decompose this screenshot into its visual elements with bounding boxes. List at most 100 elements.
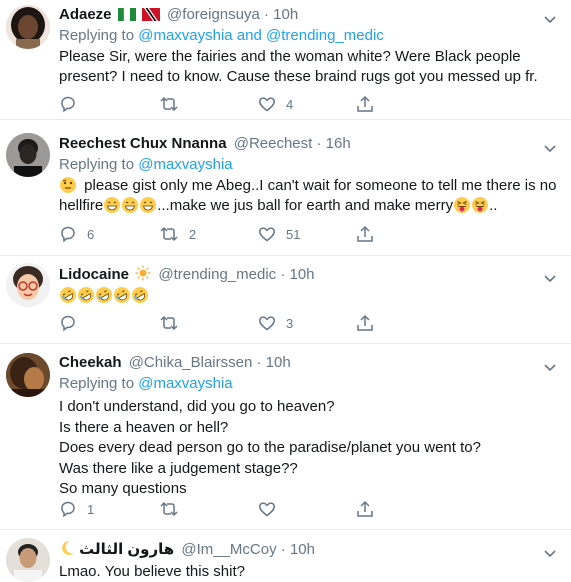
text-line: hellfire [59, 197, 104, 214]
chevron-down-icon[interactable] [543, 12, 557, 24]
tweet-5[interactable]: هارون الثالث @Im__McCoy · 10h Lmao. You … [0, 530, 571, 582]
display-name[interactable]: Reechest Chux Nnanna [59, 135, 227, 152]
grinning-emoji-icon [122, 197, 139, 213]
tweet-text [59, 286, 559, 306]
display-name[interactable]: Adaeze [59, 6, 112, 23]
separator: · [256, 354, 262, 371]
avatar[interactable] [6, 5, 50, 49]
replying-to-links[interactable]: @maxvayshia and @trending_medic [138, 27, 384, 44]
trinidad-flag-icon [141, 8, 160, 25]
retweet-button[interactable] [159, 499, 179, 519]
replying-to-links[interactable]: @maxvayshia [138, 156, 232, 173]
rofl-emoji-icon [96, 287, 112, 303]
tongue-out-emoji-icon [472, 197, 489, 213]
chevron-down-icon[interactable] [543, 141, 557, 153]
handle[interactable]: @Chika_Blairssen [129, 354, 253, 371]
share-icon [357, 225, 373, 242]
heart-icon [259, 227, 275, 242]
reply-button[interactable] [59, 313, 77, 333]
avatar[interactable] [6, 133, 50, 177]
separator: · [264, 6, 269, 23]
text-line: please gist only me Abeg..I can't wait f… [84, 177, 557, 194]
chevron-down-icon[interactable] [543, 360, 557, 372]
text-line: Please Sir, were the fairies and the wom… [59, 48, 521, 65]
text-line: Lmao. You believe this shit? [59, 563, 245, 580]
heart-icon [259, 316, 275, 331]
share-button[interactable] [356, 94, 374, 114]
like-button[interactable]: 3 [258, 313, 293, 333]
share-icon [357, 95, 373, 112]
like-button[interactable]: 4 [258, 94, 293, 114]
like-button[interactable]: 51 [258, 224, 300, 244]
share-button[interactable] [356, 313, 374, 333]
text-line: present? I need to know. Cause these bra… [59, 68, 538, 85]
reply-button[interactable]: 1 [59, 499, 94, 519]
tweet-text: I don't understand, did you go to heaven… [59, 397, 559, 500]
grinning-emoji-icon [104, 197, 121, 213]
reply-count: 1 [87, 501, 95, 517]
tweet-2[interactable]: Reechest Chux Nnanna @Reechest · 16h Rep… [0, 120, 571, 256]
like-button[interactable] [258, 499, 276, 519]
text-line: Was there like a judgement stage?? [59, 459, 298, 477]
tweet-3[interactable]: Lidocaine @trending_medic · 10h 3 [0, 256, 571, 344]
text-line: Does every dead person go to the paradis… [59, 439, 481, 456]
retweet-icon [160, 315, 178, 331]
handle[interactable]: @Im__McCoy [181, 541, 276, 558]
like-count: 4 [286, 96, 294, 112]
like-count: 3 [286, 315, 294, 331]
tweet-text: Please Sir, were the fairies and the wom… [59, 47, 559, 87]
text-line: Is there a heaven or hell? [59, 418, 229, 436]
display-name[interactable]: هارون الثالث [79, 541, 174, 558]
timestamp[interactable]: 10h [273, 6, 298, 23]
share-button[interactable] [356, 499, 374, 519]
avatar[interactable] [6, 263, 50, 307]
timestamp[interactable]: 10h [290, 541, 315, 558]
share-icon [357, 500, 373, 517]
text-line: ...make we jus ball for earth and make m… [157, 197, 454, 214]
crescent-moon-emoji-icon [61, 540, 75, 560]
avatar[interactable] [6, 353, 50, 397]
display-name[interactable]: Cheekah [59, 354, 122, 371]
retweet-button[interactable] [159, 313, 179, 333]
like-count: 51 [286, 226, 301, 242]
reply-button[interactable] [59, 94, 77, 114]
share-icon [357, 314, 373, 331]
handle[interactable]: @Reechest [234, 135, 313, 152]
chevron-down-icon[interactable] [543, 546, 557, 558]
share-button[interactable] [356, 224, 374, 244]
rofl-emoji-icon [60, 287, 76, 303]
rofl-emoji-icon [132, 287, 148, 303]
replying-to-label: Replying to [59, 27, 135, 44]
retweet-count: 2 [189, 226, 197, 242]
timestamp[interactable]: 10h [290, 266, 315, 283]
sun-emoji-icon [135, 265, 151, 285]
retweet-icon [160, 226, 178, 242]
thinking-emoji-icon [60, 177, 76, 193]
replying-to-links[interactable]: @maxvayshia [138, 375, 232, 392]
text-line: So many questions [59, 480, 187, 497]
reply-icon [61, 226, 75, 243]
rofl-emoji-icon [114, 287, 130, 303]
chevron-down-icon[interactable] [543, 271, 557, 283]
display-name[interactable]: Lidocaine [59, 266, 129, 283]
tweet-4[interactable]: Cheekah @Chika_Blairssen · 10h Replying … [0, 344, 571, 530]
retweet-icon [160, 96, 178, 112]
text-line: I don't understand, did you go to heaven… [59, 398, 335, 415]
replying-to-label: Replying to [59, 156, 135, 173]
tongue-out-emoji-icon [454, 197, 471, 213]
rofl-emoji-icon [78, 287, 94, 303]
handle[interactable]: @trending_medic [158, 266, 276, 283]
heart-icon [259, 502, 275, 517]
handle[interactable]: @foreignsuya [167, 6, 260, 23]
avatar[interactable] [6, 538, 50, 582]
retweet-icon [160, 501, 178, 517]
reply-button[interactable]: 6 [59, 224, 94, 244]
reply-icon [61, 96, 75, 113]
retweet-button[interactable] [159, 94, 179, 114]
timestamp[interactable]: 16h [326, 135, 351, 152]
separator: · [316, 135, 322, 152]
tweet-1[interactable]: Adaeze @foreignsuya · 10h Replying to @m… [0, 0, 571, 120]
timestamp[interactable]: 10h [266, 354, 291, 371]
heart-icon [259, 97, 275, 112]
retweet-button[interactable]: 2 [159, 224, 196, 244]
